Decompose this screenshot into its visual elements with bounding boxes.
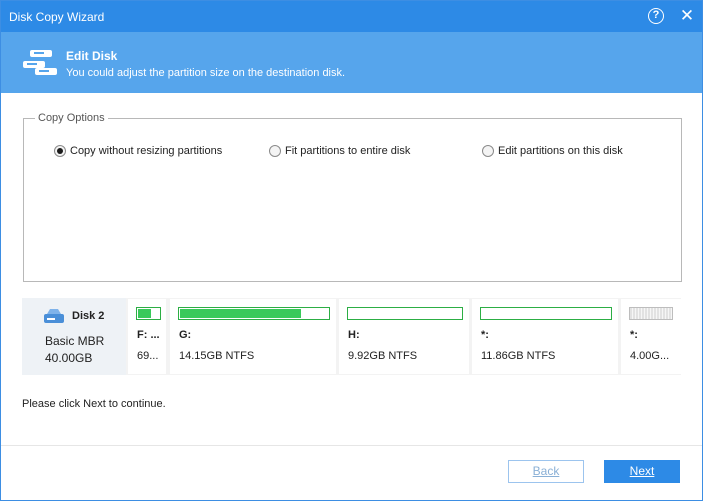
partition-info: 4.00G... bbox=[630, 350, 670, 362]
disk-size: 40.00GB bbox=[45, 351, 93, 365]
copy-options-legend: Copy Options bbox=[38, 112, 105, 124]
radio-button-icon[interactable] bbox=[482, 145, 494, 157]
header-subtitle: You could adjust the partition size on t… bbox=[66, 67, 346, 79]
partition-label: G: bbox=[179, 329, 192, 341]
title-bar: Disk Copy Wizard ? ✕ bbox=[1, 1, 702, 32]
window-title: Disk Copy Wizard bbox=[9, 10, 105, 24]
disk-map: Disk 2 Basic MBR 40.00GB F: ... 69... G:… bbox=[22, 298, 681, 375]
disk-info[interactable]: Disk 2 Basic MBR 40.00GB bbox=[22, 298, 126, 375]
radio-copy-without-resizing[interactable]: Copy without resizing partitions bbox=[54, 145, 222, 157]
copy-options-group: Copy Options Copy without resizing parti… bbox=[23, 112, 682, 282]
partition-info: 9.92GB NTFS bbox=[348, 350, 418, 362]
wizard-header: Edit Disk You could adjust the partition… bbox=[1, 32, 702, 93]
partition-usage-bar bbox=[629, 307, 673, 320]
radio-label: Copy without resizing partitions bbox=[70, 145, 223, 157]
radio-label: Edit partitions on this disk bbox=[498, 145, 623, 157]
partition-star-1[interactable]: *: 11.86GB NTFS bbox=[472, 299, 618, 374]
disk-name: Disk 2 bbox=[72, 310, 105, 322]
header-title: Edit Disk bbox=[66, 49, 118, 63]
partition-usage-bar bbox=[178, 307, 330, 320]
partition-usage-bar bbox=[347, 307, 463, 320]
partition-usage-fill bbox=[138, 309, 151, 318]
partition-usage-bar bbox=[480, 307, 612, 320]
partition-g[interactable]: G: 14.15GB NTFS bbox=[170, 299, 336, 374]
radio-button-icon[interactable] bbox=[54, 145, 66, 157]
partition-info: 11.86GB NTFS bbox=[481, 350, 556, 362]
edit-disk-icon bbox=[23, 50, 57, 75]
partition-label: *: bbox=[481, 329, 489, 341]
partition-label: F: ... bbox=[137, 329, 160, 341]
partition-h[interactable]: H: 9.92GB NTFS bbox=[339, 299, 469, 374]
partition-info: 14.15GB NTFS bbox=[179, 350, 255, 362]
help-icon[interactable]: ? bbox=[648, 8, 664, 24]
partition-label: *: bbox=[630, 329, 638, 341]
partition-f[interactable]: F: ... 69... bbox=[128, 299, 166, 374]
partition-usage-bar bbox=[136, 307, 161, 320]
disk-icon bbox=[44, 309, 64, 323]
partition-star-2[interactable]: *: 4.00G... bbox=[621, 299, 681, 374]
back-button[interactable]: Back bbox=[508, 460, 584, 483]
hint-text: Please click Next to continue. bbox=[22, 398, 166, 410]
radio-button-icon[interactable] bbox=[269, 145, 281, 157]
next-button[interactable]: Next bbox=[604, 460, 680, 483]
footer-divider bbox=[1, 445, 702, 446]
radio-label: Fit partitions to entire disk bbox=[285, 145, 411, 157]
partition-info: 69... bbox=[137, 350, 159, 362]
partition-label: H: bbox=[348, 329, 360, 341]
partition-usage-fill bbox=[180, 309, 302, 318]
disk-type: Basic MBR bbox=[45, 334, 105, 348]
radio-fit-partitions[interactable]: Fit partitions to entire disk bbox=[269, 145, 410, 157]
disk-copy-wizard-window: Disk Copy Wizard ? ✕ Edit Disk You could… bbox=[0, 0, 703, 501]
close-icon[interactable]: ✕ bbox=[678, 7, 696, 25]
radio-edit-partitions[interactable]: Edit partitions on this disk bbox=[482, 145, 623, 157]
